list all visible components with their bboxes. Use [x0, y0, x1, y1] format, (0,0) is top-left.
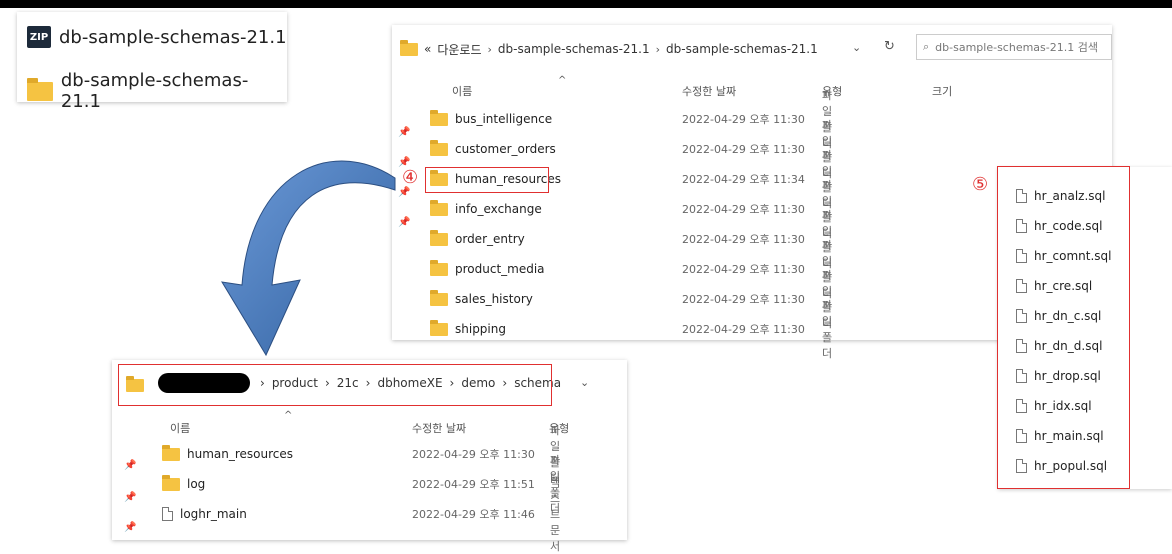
curved-arrow-icon: [221, 160, 396, 357]
